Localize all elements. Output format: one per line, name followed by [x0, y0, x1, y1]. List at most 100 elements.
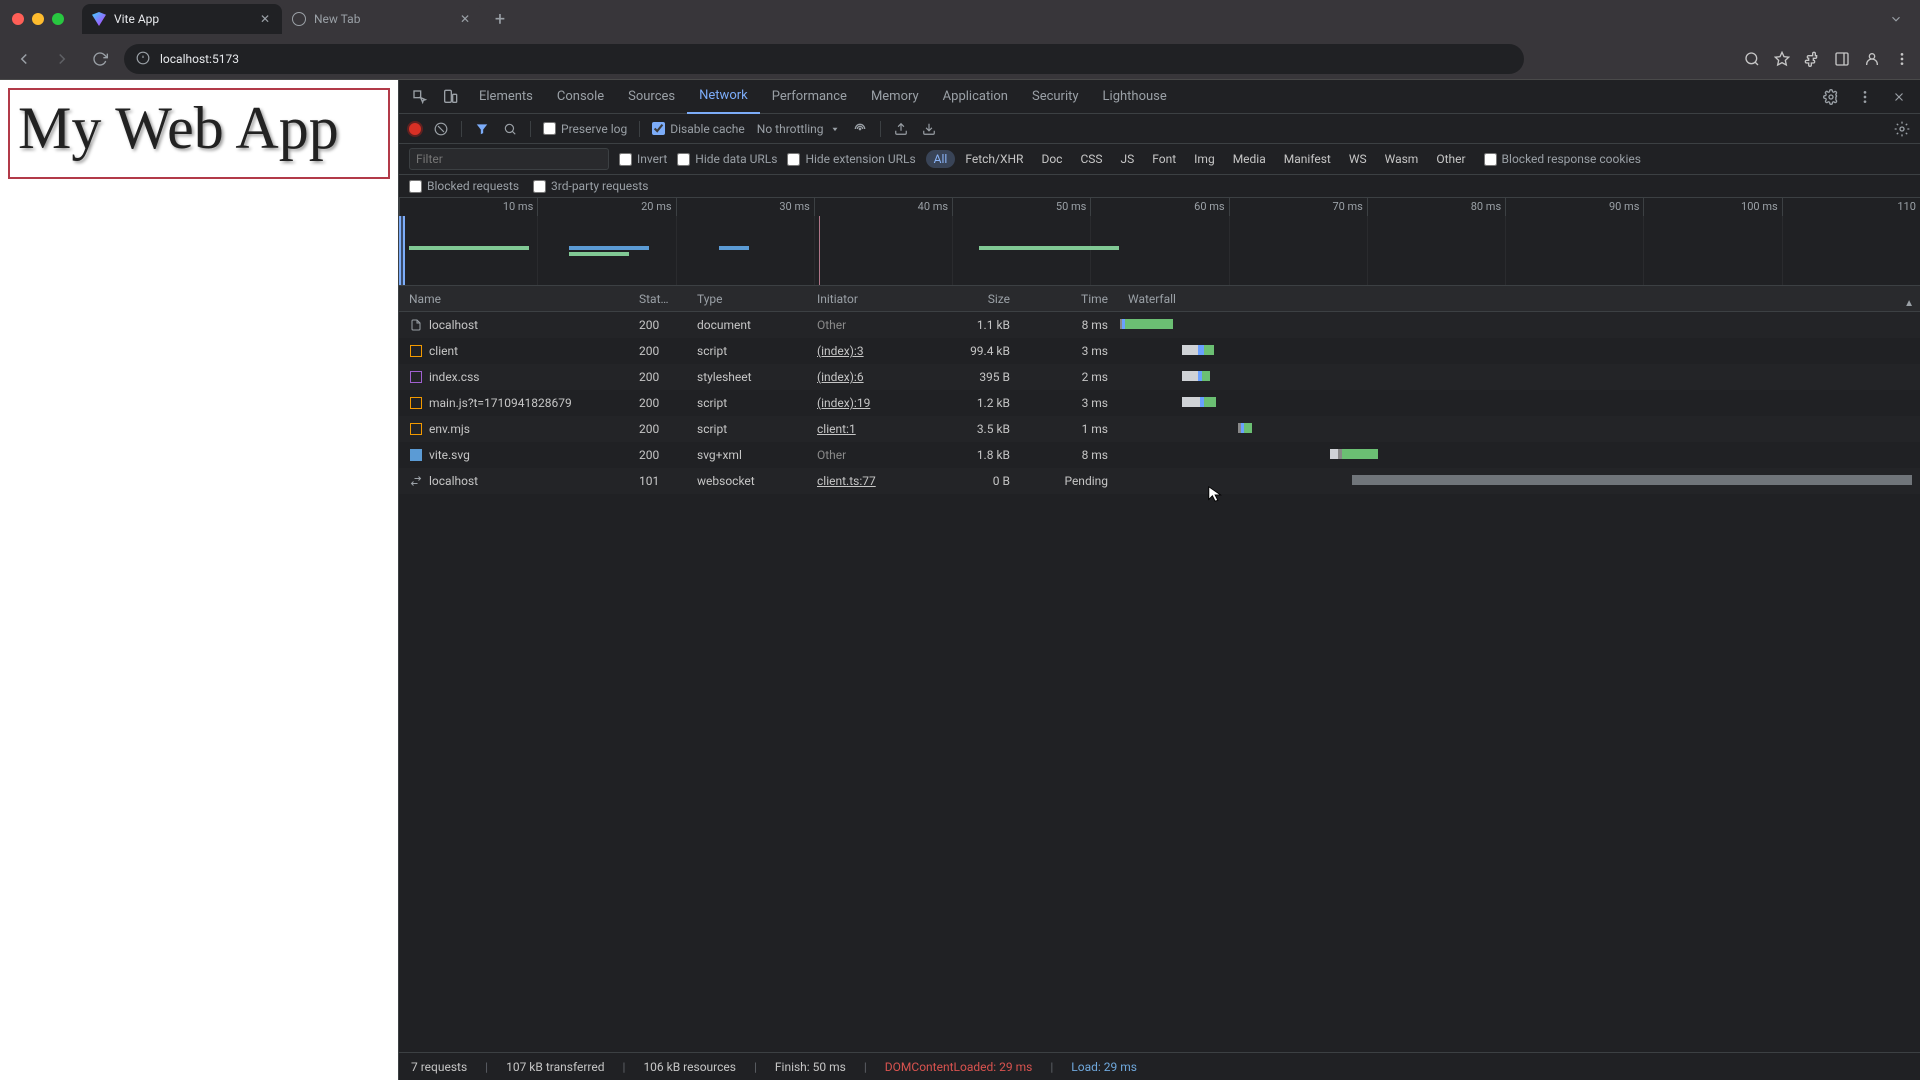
request-row[interactable]: localhost200documentOther1.1 kB8 ms — [399, 312, 1920, 338]
back-button[interactable] — [10, 45, 38, 73]
col-time[interactable]: Time — [1022, 292, 1120, 306]
inspect-icon[interactable] — [407, 84, 433, 110]
filter-icon[interactable] — [474, 121, 490, 137]
request-type: script — [697, 422, 817, 436]
col-initiator[interactable]: Initiator — [817, 292, 942, 306]
waterfall-cell — [1120, 468, 1920, 494]
filter-type-img[interactable]: Img — [1186, 150, 1223, 168]
devtools-tab-lighthouse[interactable]: Lighthouse — [1091, 80, 1179, 114]
clear-icon[interactable] — [433, 121, 449, 137]
devtools-tab-network[interactable]: Network — [687, 80, 760, 114]
devtools-tab-memory[interactable]: Memory — [859, 80, 931, 114]
browser-toolbar: localhost:5173 — [0, 38, 1920, 80]
upload-har-icon[interactable] — [893, 121, 909, 137]
profile-icon[interactable] — [1864, 51, 1880, 67]
timeline-bars — [399, 246, 1920, 256]
request-status: 200 — [639, 344, 697, 358]
blocked-cookies-checkbox[interactable]: Blocked response cookies — [1484, 152, 1641, 166]
site-info-icon[interactable] — [136, 51, 152, 67]
col-waterfall[interactable]: Waterfall▲ — [1120, 292, 1920, 306]
download-har-icon[interactable] — [921, 121, 937, 137]
request-row[interactable]: vite.svg200svg+xmlOther1.8 kB8 ms — [399, 442, 1920, 468]
record-button[interactable] — [409, 123, 421, 135]
network-conditions-icon[interactable] — [852, 121, 868, 137]
filter-type-other[interactable]: Other — [1428, 150, 1473, 168]
request-initiator[interactable]: Other — [817, 318, 942, 332]
file-type-icon — [409, 422, 423, 436]
preserve-log-checkbox[interactable]: Preserve log — [543, 122, 627, 136]
hide-data-urls-checkbox[interactable]: Hide data URLs — [677, 152, 777, 166]
reload-button[interactable] — [86, 45, 114, 73]
filter-type-doc[interactable]: Doc — [1033, 150, 1070, 168]
request-row[interactable]: index.css200stylesheet(index):6395 B2 ms — [399, 364, 1920, 390]
forward-button[interactable] — [48, 45, 76, 73]
waterfall-cell — [1120, 338, 1920, 364]
close-devtools-icon[interactable] — [1886, 84, 1912, 110]
more-icon[interactable] — [1852, 84, 1878, 110]
filter-type-font[interactable]: Font — [1144, 150, 1184, 168]
devtools-tab-performance[interactable]: Performance — [760, 80, 859, 114]
request-type: stylesheet — [697, 370, 817, 384]
request-initiator[interactable]: client:1 — [817, 422, 942, 436]
tab-vite-app[interactable]: Vite App ✕ — [82, 4, 282, 34]
devtools-tab-console[interactable]: Console — [545, 80, 616, 114]
device-icon[interactable] — [437, 84, 463, 110]
tab-newtab[interactable]: New Tab ✕ — [282, 4, 482, 34]
filter-type-ws[interactable]: WS — [1341, 150, 1375, 168]
invert-checkbox[interactable]: Invert — [619, 152, 667, 166]
request-time: 1 ms — [1022, 422, 1120, 436]
settings-icon[interactable] — [1818, 84, 1844, 110]
hide-extension-urls-checkbox[interactable]: Hide extension URLs — [787, 152, 915, 166]
col-status[interactable]: Stat… — [639, 292, 697, 306]
col-type[interactable]: Type — [697, 292, 817, 306]
extensions-icon[interactable] — [1804, 51, 1820, 67]
filter-type-media[interactable]: Media — [1225, 150, 1274, 168]
close-window[interactable] — [12, 13, 24, 25]
status-resources: 106 kB resources — [643, 1060, 736, 1074]
network-settings-icon[interactable] — [1894, 121, 1910, 137]
disable-cache-checkbox[interactable]: Disable cache — [652, 122, 745, 136]
zoom-icon[interactable] — [1744, 51, 1760, 67]
close-tab-icon[interactable]: ✕ — [258, 12, 272, 26]
filter-type-js[interactable]: JS — [1113, 150, 1143, 168]
devtools-tab-security[interactable]: Security — [1020, 80, 1091, 114]
col-name[interactable]: Name — [399, 292, 639, 306]
timeline-overview[interactable]: 10 ms20 ms30 ms40 ms50 ms60 ms70 ms80 ms… — [399, 198, 1920, 286]
devtools-tab-elements[interactable]: Elements — [467, 80, 545, 114]
third-party-checkbox[interactable]: 3rd-party requests — [533, 179, 648, 193]
request-row[interactable]: client200script(index):399.4 kB3 ms — [399, 338, 1920, 364]
filter-type-css[interactable]: CSS — [1072, 150, 1110, 168]
request-initiator[interactable]: (index):6 — [817, 370, 942, 384]
throttling-select[interactable]: No throttling — [757, 122, 840, 136]
request-row[interactable]: env.mjs200scriptclient:13.5 kB1 ms — [399, 416, 1920, 442]
bookmark-icon[interactable] — [1774, 51, 1790, 67]
filter-type-manifest[interactable]: Manifest — [1276, 150, 1339, 168]
menu-icon[interactable] — [1894, 51, 1910, 67]
devtools-tab-sources[interactable]: Sources — [616, 80, 687, 114]
col-size[interactable]: Size — [942, 292, 1022, 306]
search-icon[interactable] — [502, 121, 518, 137]
devtools-tab-application[interactable]: Application — [931, 80, 1020, 114]
filter-input[interactable] — [409, 148, 609, 170]
request-size: 3.5 kB — [942, 422, 1022, 436]
request-initiator[interactable]: Other — [817, 448, 942, 462]
filter-type-wasm[interactable]: Wasm — [1377, 150, 1427, 168]
sidepanel-icon[interactable] — [1834, 51, 1850, 67]
maximize-window[interactable] — [52, 13, 64, 25]
address-bar[interactable]: localhost:5173 — [124, 44, 1524, 74]
tabstrip-menu[interactable] — [1884, 7, 1908, 31]
request-row[interactable]: main.js?t=1710941828679200script(index):… — [399, 390, 1920, 416]
filter-type-fetch-xhr[interactable]: Fetch/XHR — [957, 150, 1031, 168]
status-transferred: 107 kB transferred — [506, 1060, 604, 1074]
new-tab-button[interactable]: + — [486, 5, 514, 33]
request-initiator[interactable]: client.ts:77 — [817, 474, 942, 488]
minimize-window[interactable] — [32, 13, 44, 25]
blocked-requests-checkbox[interactable]: Blocked requests — [409, 179, 519, 193]
devtools: ElementsConsoleSourcesNetworkPerformance… — [398, 80, 1920, 1080]
filter-type-all[interactable]: All — [926, 150, 956, 168]
request-row[interactable]: localhost101websocketclient.ts:770 BPend… — [399, 468, 1920, 494]
request-initiator[interactable]: (index):3 — [817, 344, 942, 358]
network-table-header[interactable]: Name Stat… Type Initiator Size Time Wate… — [399, 286, 1920, 312]
close-tab-icon[interactable]: ✕ — [458, 12, 472, 26]
request-initiator[interactable]: (index):19 — [817, 396, 942, 410]
